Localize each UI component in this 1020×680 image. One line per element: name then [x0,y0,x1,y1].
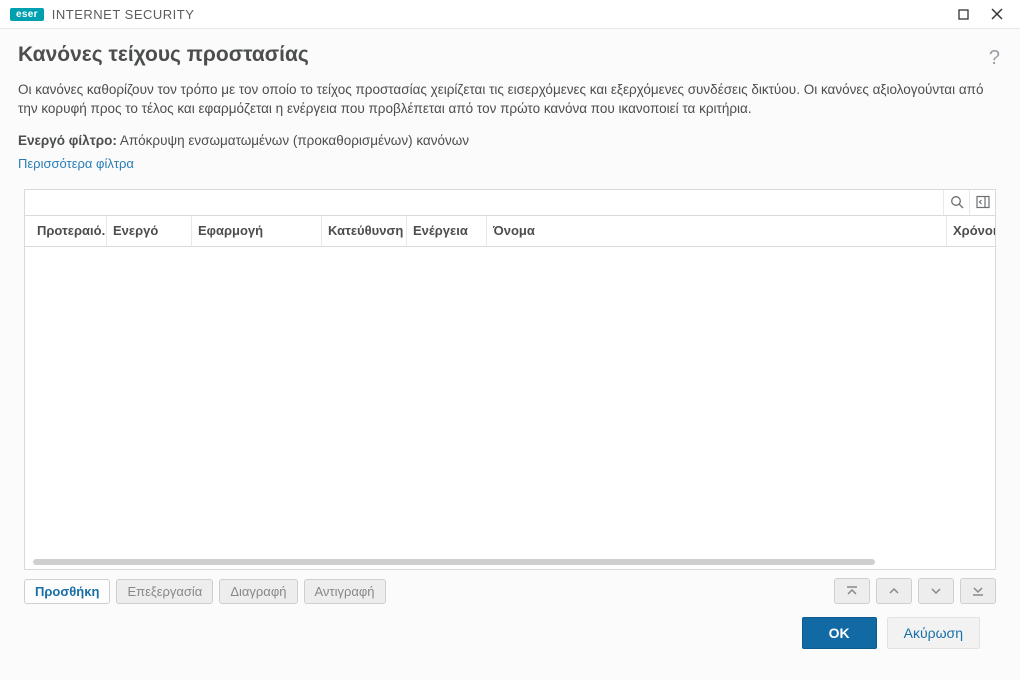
move-top-button[interactable] [834,578,870,604]
chevron-up-icon [887,584,901,598]
move-bottom-button[interactable] [960,578,996,604]
column-headers: Προτεραιό... Ενεργό Εφαρμογή Κατεύθυνση … [24,215,996,247]
search-bar [24,189,996,215]
page-description: Οι κανόνες καθορίζουν τον τρόπο με τον ο… [18,81,1002,119]
col-application[interactable]: Εφαρμογή [192,216,322,246]
col-name[interactable]: Όνομα [487,216,947,246]
brand-badge: eser [10,8,44,21]
col-priority[interactable]: Προτεραιό... [25,216,107,246]
delete-button[interactable]: Διαγραφή [219,579,297,604]
help-icon[interactable]: ? [989,47,1000,70]
col-action[interactable]: Ενέργεια [407,216,487,246]
filter-label: Ενεργό φίλτρο: [18,133,117,148]
copy-button[interactable]: Αντιγραφή [304,579,386,604]
brand-text: INTERNET SECURITY [52,7,195,22]
search-button[interactable] [943,190,969,215]
search-input[interactable] [25,190,943,215]
cancel-button[interactable]: Ακύρωση [887,617,980,649]
col-direction[interactable]: Κατεύθυνση [322,216,407,246]
ok-button[interactable]: OK [802,617,877,649]
horizontal-scrollbar[interactable] [33,559,875,565]
rules-table-panel: Προτεραιό... Ενεργό Εφαρμογή Κατεύθυνση … [24,189,996,570]
chevron-top-icon [845,584,859,598]
columns-icon [976,195,990,209]
close-icon [991,8,1003,20]
column-toggle-button[interactable] [969,190,995,215]
move-up-button[interactable] [876,578,912,604]
close-button[interactable] [980,1,1014,27]
filter-value: Απόκρυψη ενσωματωμένων (προκαθορισμένων)… [120,133,469,148]
active-filter-line: Ενεργό φίλτρο: Απόκρυψη ενσωματωμένων (π… [18,133,1002,148]
move-down-button[interactable] [918,578,954,604]
content-area: Κανόνες τείχους προστασίας ? Οι κανόνες … [0,28,1020,680]
action-row: Προσθήκη Επεξεργασία Διαγραφή Αντιγραφή [24,578,996,604]
maximize-button[interactable] [946,1,980,27]
window-controls [946,1,1014,27]
edit-button[interactable]: Επεξεργασία [116,579,213,604]
search-icon [950,195,964,209]
reorder-controls [834,578,996,604]
footer: OK Ακύρωση [18,604,1002,662]
more-filters-link[interactable]: Περισσότερα φίλτρα [18,156,1002,171]
table-body [24,247,996,570]
chevron-down-icon [929,584,943,598]
titlebar: eser INTERNET SECURITY [0,0,1020,28]
col-active[interactable]: Ενεργό [107,216,192,246]
page-title: Κανόνες τείχους προστασίας [18,43,309,67]
col-timeslots[interactable]: Χρόνοι [947,216,995,246]
add-button[interactable]: Προσθήκη [24,579,110,604]
maximize-icon [958,9,969,20]
chevron-bottom-icon [971,584,985,598]
